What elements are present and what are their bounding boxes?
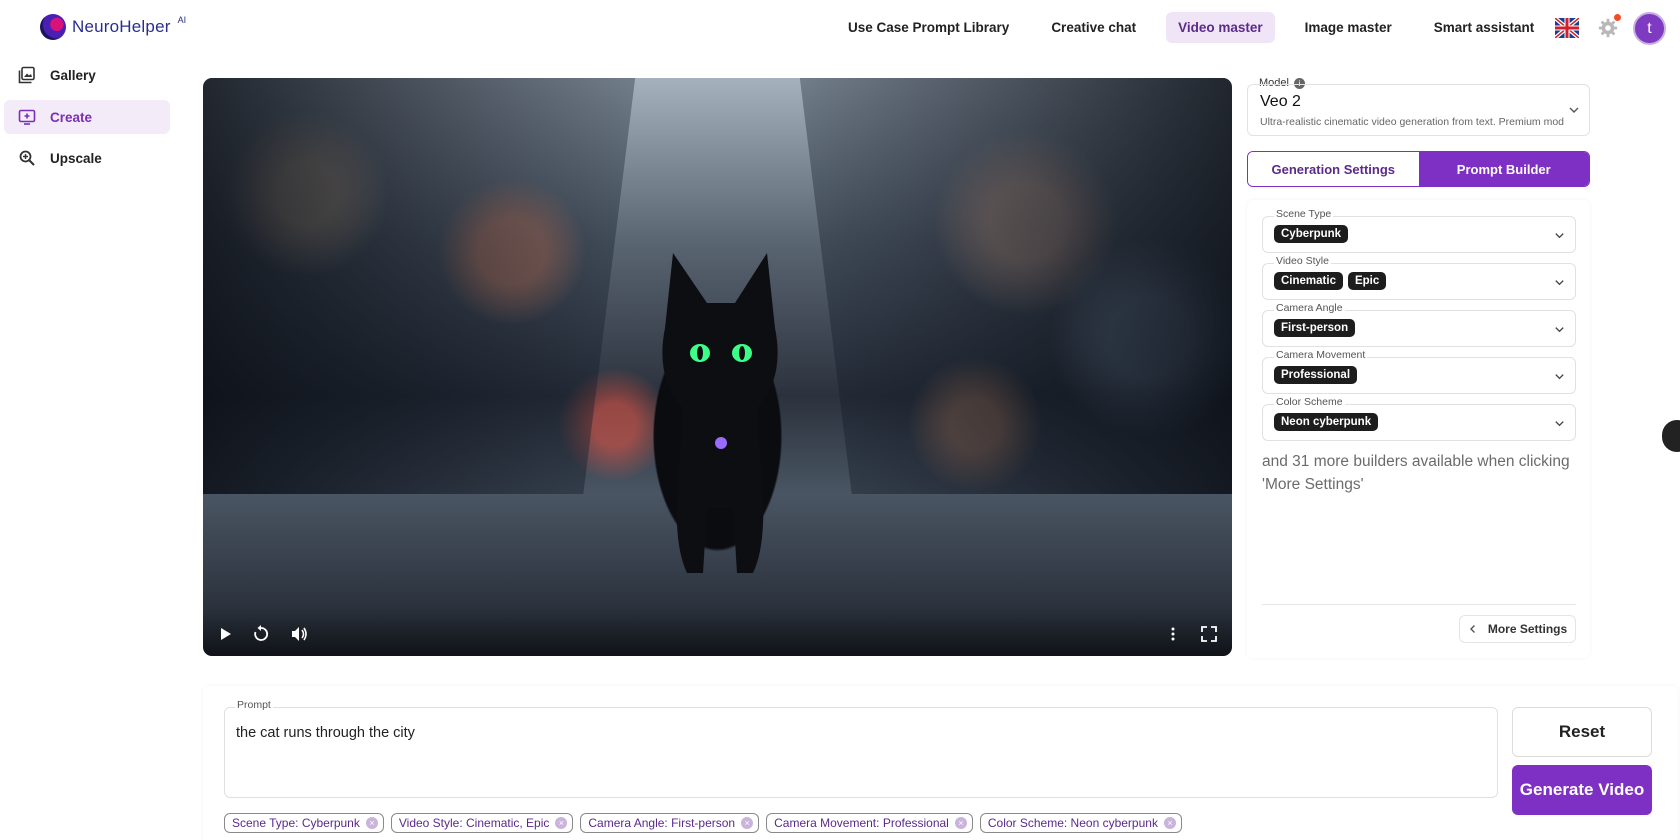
gallery-icon [18, 66, 35, 84]
video-frame-right-buildings [799, 78, 1232, 495]
chevron-left-icon [1469, 625, 1475, 633]
chip[interactable]: Neon cyberpunk [1274, 413, 1379, 431]
upscale-icon [19, 150, 35, 166]
prompt-builder-panel: Scene Type Cyberpunk Video Style Cinemat… [1247, 200, 1590, 658]
divider [1262, 604, 1576, 605]
sidebar-item-label: Gallery [50, 67, 96, 83]
fullscreen-icon[interactable] [1199, 624, 1219, 644]
field-label: Camera Movement [1274, 349, 1368, 361]
video-controls [203, 608, 1232, 656]
settings-tabs: Generation Settings Prompt Builder [1247, 151, 1590, 187]
more-settings-label: More Settings [1487, 622, 1568, 636]
field-label: Video Style [1274, 255, 1331, 267]
sidebar-item-label: Create [50, 109, 93, 125]
tag-label: Color Scheme: Neon cyberpunk [987, 816, 1158, 830]
remove-icon[interactable]: × [954, 817, 967, 829]
play-icon[interactable] [215, 624, 235, 644]
nav-item-smart-assistant[interactable]: Smart assistant [1422, 12, 1547, 43]
video-frame-cat [662, 253, 778, 573]
brand-name: NeuroHelper [72, 17, 171, 36]
remove-icon[interactable]: × [741, 817, 754, 829]
tag-label: Scene Type: Cyberpunk [232, 816, 360, 830]
volume-icon[interactable] [289, 624, 309, 644]
generate-video-button[interactable]: Generate Video [1512, 765, 1652, 815]
nav-item-creative-chat[interactable]: Creative chat [1039, 12, 1148, 43]
chevron-down-icon [1555, 280, 1564, 286]
nav-item-prompt-library[interactable]: Use Case Prompt Library [836, 12, 1021, 43]
prompt-label: Prompt [235, 699, 273, 711]
more-settings-button[interactable]: More Settings [1459, 615, 1576, 643]
replay-icon[interactable] [251, 624, 271, 644]
prompt-tag[interactable]: Camera Angle: First-person × [580, 813, 760, 833]
nav-item-image-master[interactable]: Image master [1293, 12, 1404, 43]
chevron-down-icon [1555, 374, 1564, 380]
chip[interactable]: Epic [1347, 272, 1387, 290]
prompt-tag[interactable]: Color Scheme: Neon cyberpunk × [979, 813, 1182, 833]
builder-camera-angle[interactable]: Camera Angle First-person [1262, 302, 1576, 347]
model-name: Veo 2 [1260, 93, 1301, 110]
builder-camera-movement[interactable]: Camera Movement Professional [1262, 349, 1576, 394]
prompt-input[interactable]: Prompt the cat runs through the city [224, 699, 1498, 798]
prompt-tag[interactable]: Video Style: Cinematic, Epic × [390, 813, 574, 833]
prompt-tag[interactable]: Scene Type: Cyberpunk × [224, 813, 384, 833]
uk-flag-icon[interactable] [1555, 18, 1579, 38]
chip[interactable]: First-person [1274, 319, 1356, 337]
logo[interactable]: NeuroHelper AI [40, 14, 186, 40]
logo-mark-icon [40, 14, 66, 40]
avatar[interactable]: t [1633, 12, 1666, 45]
chip[interactable]: Professional [1274, 366, 1358, 384]
prompt-tag[interactable]: Camera Movement: Professional × [766, 813, 973, 833]
video-player[interactable] [203, 78, 1232, 656]
top-bar: NeuroHelper AI Use Case Prompt Library C… [0, 0, 1680, 56]
tag-label: Camera Movement: Professional [774, 816, 949, 830]
prompt-tags: Scene Type: Cyberpunk × Video Style: Cine… [224, 813, 1182, 833]
field-label: Camera Angle [1274, 302, 1345, 314]
sidebar-item-create[interactable]: Create [4, 100, 170, 134]
remove-icon[interactable]: × [365, 817, 378, 829]
model-description: Ultra-realistic cinematic video generati… [1260, 116, 1565, 128]
nav-item-video-master[interactable]: Video master [1166, 12, 1275, 43]
field-label: Scene Type [1274, 208, 1334, 220]
chevron-down-icon [1555, 421, 1564, 427]
builder-video-style[interactable]: Video Style Cinematic Epic [1262, 255, 1576, 300]
field-label: Color Scheme [1274, 396, 1345, 408]
main-nav: Use Case Prompt Library Creative chat Vi… [836, 12, 1552, 43]
chip[interactable]: Cinematic [1274, 272, 1343, 290]
tag-label: Video Style: Cinematic, Epic [398, 816, 550, 830]
chevron-down-icon [1569, 107, 1579, 113]
remove-icon[interactable]: × [1163, 817, 1176, 829]
create-icon [18, 109, 36, 125]
side-panel-toggle[interactable] [1662, 420, 1680, 452]
chip[interactable]: Cyberpunk [1274, 225, 1349, 243]
prompt-text[interactable]: the cat runs through the city [236, 725, 415, 741]
tag-label: Camera Angle: First-person [588, 816, 736, 830]
sidebar-item-label: Upscale [50, 150, 102, 166]
more-vertical-icon[interactable] [1163, 624, 1183, 644]
builder-color-scheme[interactable]: Color Scheme Neon cyberpunk [1262, 396, 1576, 441]
remove-icon[interactable]: × [555, 817, 568, 829]
chevron-down-icon [1555, 327, 1564, 333]
brand-suffix: AI [177, 15, 187, 25]
sidebar-item-gallery[interactable]: Gallery [4, 58, 170, 92]
chevron-down-icon [1555, 233, 1564, 239]
tab-generation-settings[interactable]: Generation Settings [1248, 152, 1419, 186]
builder-scene-type[interactable]: Scene Type Cyberpunk [1262, 208, 1576, 253]
notification-dot [1614, 14, 1621, 21]
model-select[interactable]: Veo 2 Ultra-realistic cinematic video ge… [1247, 84, 1590, 136]
tab-prompt-builder[interactable]: Prompt Builder [1418, 152, 1589, 186]
reset-button[interactable]: Reset [1512, 707, 1652, 757]
video-frame-left-buildings [203, 78, 636, 495]
sidebar-item-upscale[interactable]: Upscale [4, 141, 170, 175]
more-builders-note: and 31 more builders available when clic… [1262, 453, 1570, 493]
